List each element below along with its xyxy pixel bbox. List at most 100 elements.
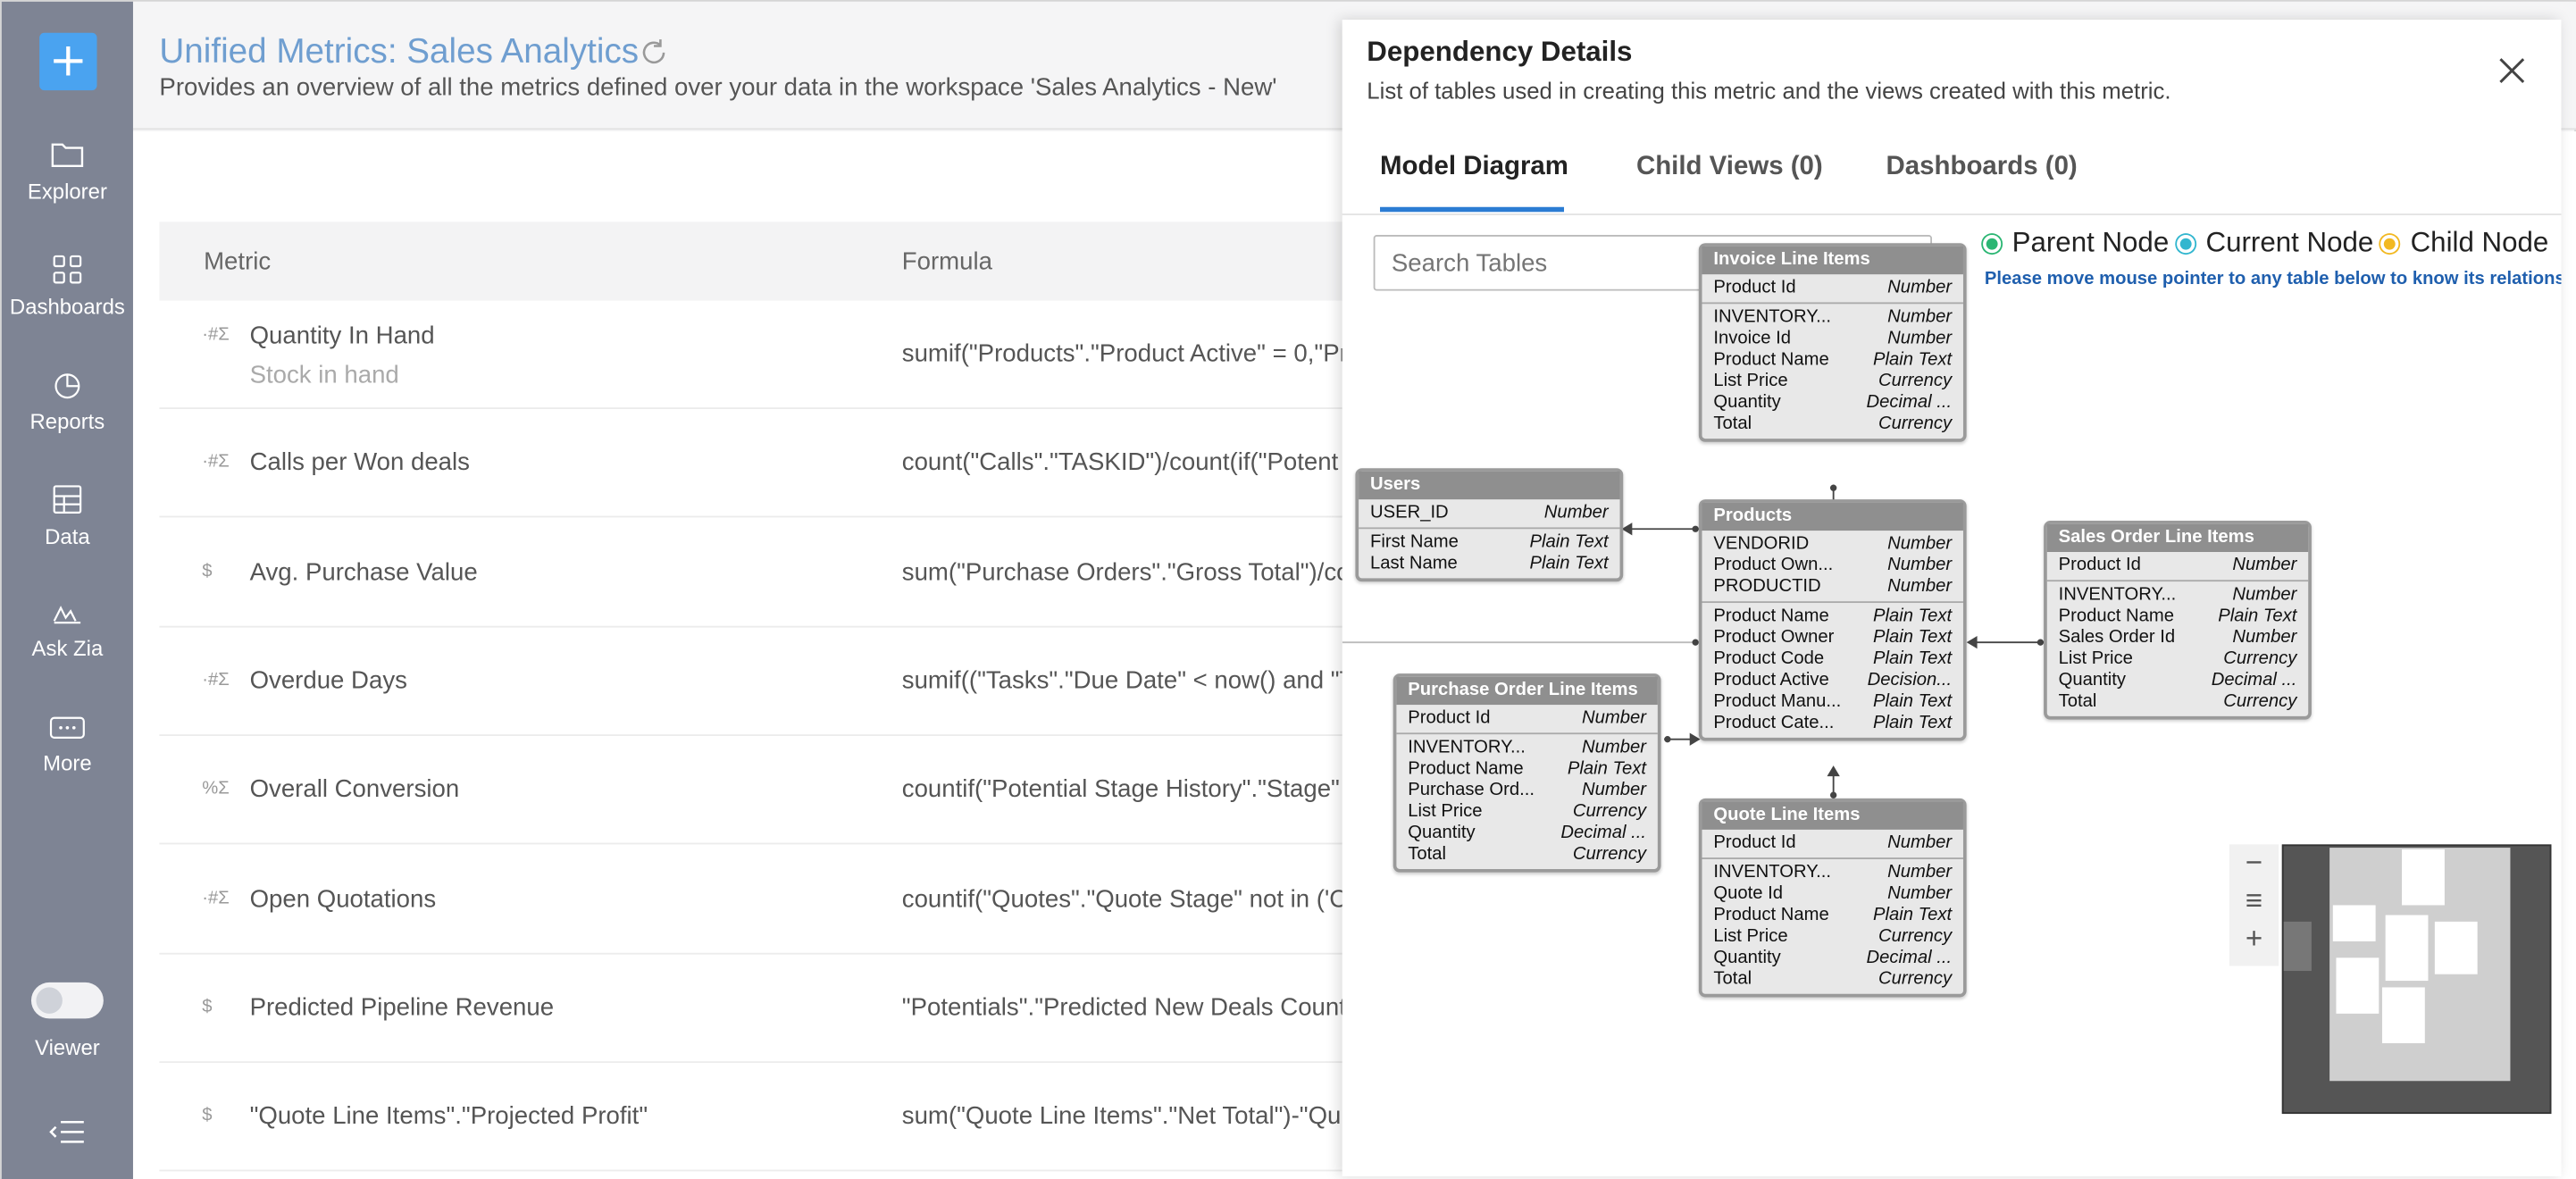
table-row[interactable]: $ "Quote Line Items"."Projected Profit" su… [159,1063,1342,1172]
field-name: Product Owner [1713,627,1835,648]
table-node-purchase-order-line-items[interactable]: Purchase Order Line Items Product Id Numbe… [1393,673,1661,873]
table-node-fields: INVENTORY... Number Product Name Plain Text… [2047,581,2308,716]
table-field: Product Id Number [1396,708,1657,730]
table-field: INVENTORY... Number [1702,307,1963,329]
field-name: USER_ID [1369,502,1449,523]
field-type: Plain Text [1872,349,1953,370]
field-type: Number [1887,306,1953,328]
sidebar-item-dashboards[interactable]: Dashboards [2,255,133,319]
field-name: Product Name [1408,758,1524,779]
metric-type-icon: ·#Σ [202,325,230,346]
table-row[interactable]: ·#Σ Quantity In Hand Stock in hand sumif("P… [159,301,1345,409]
table-node-fields: INVENTORY... Number Invoice Id Number Produc… [1702,304,1963,439]
table-node-sales-order-line-items[interactable]: Sales Order Line Items Product Id Number IN… [2044,521,2312,720]
field-type: Decimal ... [1866,948,1953,968]
tab-child-views[interactable]: Child Views (0) [1636,153,1823,182]
sidebar-item-more[interactable]: More [2,715,133,775]
table-node-title: Quote Line Items [1702,801,1963,830]
field-type: Number [1887,277,1953,297]
table-node-keys: USER_ID Number [1359,499,1620,530]
metric-type-icon: $ [202,1106,213,1126]
refresh-icon[interactable] [639,38,668,67]
table-node-title: Users [1359,471,1620,500]
field-type: Number [2232,584,2297,605]
sidebar-item-data[interactable]: Data [2,485,133,548]
field-name: INVENTORY... [2058,584,2177,605]
metric-formula: countif("Potential Stage History"."Stage… [901,775,1340,804]
page-subtitle: Provides an overview of all the metrics … [159,73,1277,103]
field-name: PRODUCTID [1713,576,1821,597]
table-row[interactable]: $ Avg. Purchase Value sum("Purchase Orders… [159,518,1345,627]
table-node-quote-line-items[interactable]: Quote Line Items Product Id Number INVENTOR… [1698,798,1967,998]
fit-filter-button[interactable]: ≡ [2229,881,2279,920]
table-row[interactable]: $ Predicted Pipeline Revenue "Potentials".… [159,954,1345,1063]
metric-formula: sum("Quote Line Items"."Net Total")-"Qu [901,1102,1342,1131]
metric-description: Stock in hand [249,361,399,389]
field-type: Number [1582,707,1646,728]
field-type: Currency [2223,691,2297,712]
field-name: Last Name [1369,553,1458,573]
table-row[interactable]: ·#Σ Overdue Days sumif(("Tasks"."Due Date"… [159,627,1345,736]
table-field: Total Currency [1396,844,1657,865]
table-node-title: Sales Order Line Items [2046,523,2309,553]
zoom-out-button[interactable]: − [2229,844,2279,880]
table-node-keys: VENDORID Number Product Own... Number PRODUC… [1702,531,1963,604]
more-icon [49,716,85,739]
collapse-sidebar-icon[interactable] [47,1119,87,1145]
add-button[interactable]: + [39,32,97,91]
table-field: Product Active Decision... [1702,670,1963,691]
table-row[interactable]: ·#Σ Calls per Won deals count("Calls"."TAS… [159,410,1342,518]
sidebar-item-label: More [43,750,92,776]
table-row[interactable]: ·#Σ Open Quotations countif("Quotes"."Quot… [159,845,1345,954]
zoom-in-button[interactable]: + [2229,920,2279,956]
column-header-formula[interactable]: Formula [902,248,992,276]
table-row[interactable]: %Σ Overall Conversion countif("Potential S… [159,736,1342,845]
field-name: Product Id [1713,832,1796,853]
tab-dashboards[interactable]: Dashboards (0) [1886,153,2078,182]
table-node-products[interactable]: Products VENDORID Number Product Own... Numb… [1698,499,1967,741]
table-node-keys: Product Id Number [1702,274,1963,305]
field-type: Number [1887,883,1953,904]
field-type: Number [2232,627,2297,648]
field-name: Purchase Ord... [1408,780,1535,800]
table-field: Purchase Ord... Number [1396,781,1657,802]
tab-model-diagram[interactable]: Model Diagram [1380,153,1568,182]
metric-formula: count("Calls"."TASKID")/count(if("Potent [901,448,1339,477]
table-field: Quantity Decimal ... [1702,393,1963,414]
field-type: Plain Text [1872,691,1953,712]
field-name: Quantity [1713,392,1781,413]
table-field: Product Manu... Plain Text [1702,691,1963,713]
field-name: Product Name [1713,349,1829,370]
column-header-metric[interactable]: Metric [204,248,271,276]
sidebar-item-explorer[interactable]: Explorer [2,139,133,204]
viewer-toggle[interactable] [30,982,104,1019]
table-node-users[interactable]: Users USER_ID Number First Name Plain Text La… [1355,468,1624,582]
metric-name: Overall Conversion [249,775,460,804]
field-name: INVENTORY... [1713,862,1831,882]
metric-name: Calls per Won deals [249,448,470,477]
close-icon[interactable] [2496,54,2529,88]
folder-icon [51,143,84,167]
table-node-invoice-line-items[interactable]: Invoice Line Items Product Id Number INVENT… [1698,243,1967,442]
field-name: Quantity [2058,670,2126,690]
table-field: Quantity Decimal ... [2047,670,2308,691]
field-name: VENDORID [1713,533,1810,554]
field-type: Currency [2223,648,2297,669]
diagram-minimap[interactable] [2281,844,2552,1115]
field-type: Plain Text [1872,648,1953,669]
table-field: Total Currency [1702,414,1963,436]
field-type: Currency [1572,801,1646,822]
sidebar: + Explorer Dashboards Reports Data Ask Z… [1,1,133,1179]
diagram-hint: Please move mouse pointer to any table b… [1984,269,2562,289]
field-name: Quantity [1713,948,1781,968]
sidebar-item-ask-zia[interactable]: Ask Zia [2,599,133,660]
metric-name: Quantity In Hand [249,322,435,350]
table-node-fields: INVENTORY... Number Quote Id Number Product … [1702,859,1963,994]
table-node-keys: Product Id Number [1702,830,1963,859]
table-node-fields: INVENTORY... Number Product Name Plain Text… [1396,734,1657,869]
field-name: Product Name [1713,905,1829,925]
field-type: Plain Text [1567,758,1646,779]
field-type: Number [2232,555,2297,575]
model-diagram: Parent Node Current Node Child Node Plea… [1342,217,2562,1176]
sidebar-item-reports[interactable]: Reports [2,370,133,434]
